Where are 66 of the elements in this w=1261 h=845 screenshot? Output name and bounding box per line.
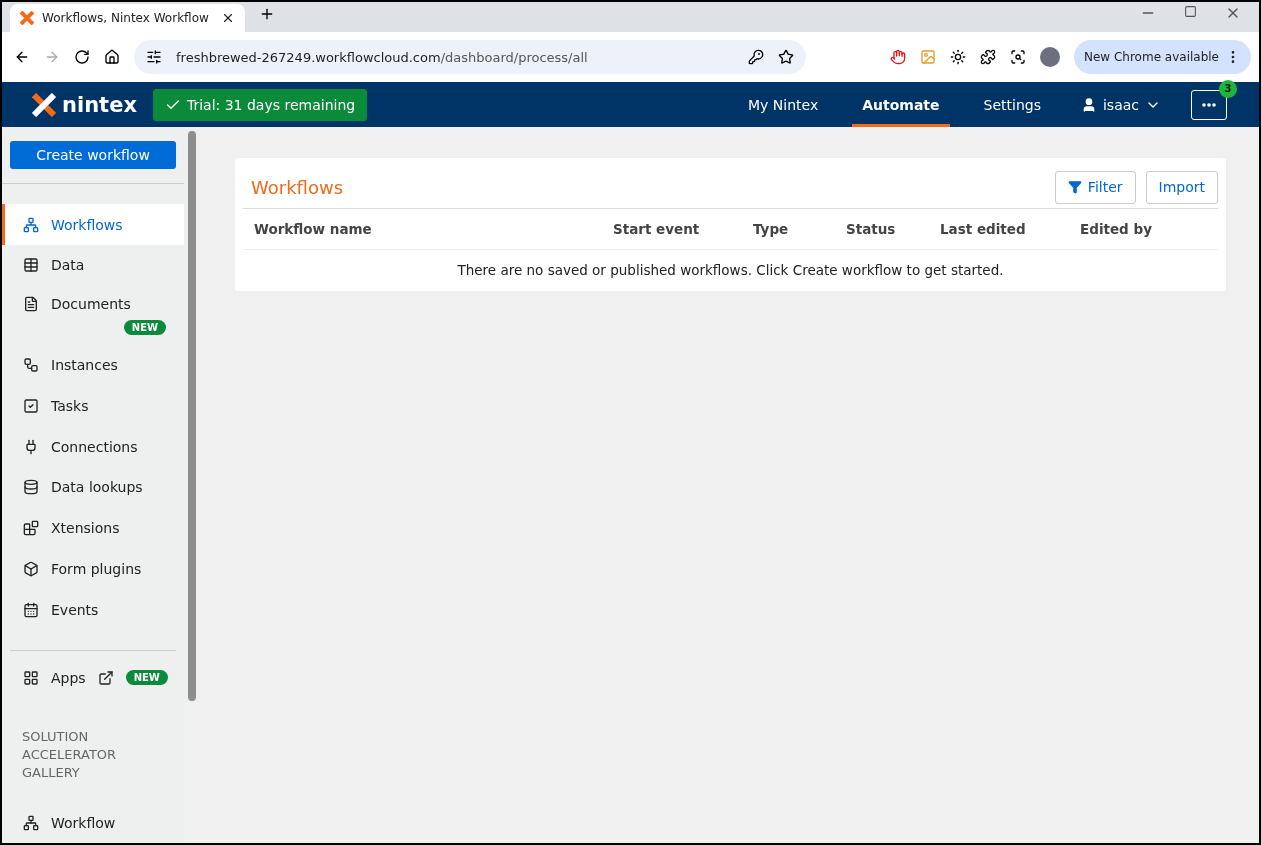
extensions-icon[interactable] bbox=[979, 49, 996, 65]
more-icon bbox=[1202, 102, 1216, 107]
sidebar-item[interactable]: Apps NEW bbox=[2, 657, 184, 699]
hierarchy-icon bbox=[23, 216, 39, 233]
close-icon[interactable] bbox=[221, 11, 235, 25]
screen-search-icon[interactable] bbox=[1009, 49, 1026, 65]
grid-icon bbox=[23, 669, 39, 686]
filter-button[interactable]: Filter bbox=[1054, 170, 1136, 204]
panel-title: Workflows bbox=[251, 176, 345, 198]
browser-tab[interactable]: Workflows, Nintex Workflow bbox=[10, 4, 245, 32]
hierarchy-icon bbox=[23, 814, 39, 831]
sidebar-item[interactable]: Form plugins bbox=[2, 548, 184, 590]
trial-text: Trial: 31 days remaining bbox=[186, 96, 356, 113]
document-icon bbox=[23, 295, 39, 312]
reload-icon[interactable] bbox=[74, 49, 90, 65]
update-button[interactable]: New Chrome available bbox=[1073, 40, 1251, 74]
nintex-logo-icon bbox=[20, 11, 34, 25]
home-icon[interactable] bbox=[104, 49, 120, 65]
tab-title: Workflows, Nintex Workflow bbox=[42, 11, 210, 25]
sidebar-item[interactable]: Connections bbox=[2, 426, 184, 467]
table-icon bbox=[23, 257, 39, 274]
section-title: SOLUTION ACCELERATOR GALLERY bbox=[21, 728, 118, 783]
new-tab-icon[interactable] bbox=[259, 6, 275, 22]
address-bar[interactable]: freshbrewed-267249.workflowcloud.com/dashboard/process/all bbox=[134, 40, 806, 74]
sidebar-item[interactable]: Data lookups bbox=[2, 467, 184, 508]
column-header: Workflow name bbox=[254, 221, 373, 237]
checkbox-icon bbox=[23, 397, 39, 414]
block-icon bbox=[23, 561, 39, 578]
sidebar-item[interactable]: Data bbox=[2, 245, 184, 286]
hand-icon[interactable] bbox=[889, 49, 906, 65]
column-header: Status bbox=[846, 221, 897, 237]
nav-tab[interactable]: Automate bbox=[852, 82, 950, 127]
maximize-icon[interactable] bbox=[1184, 5, 1197, 18]
logo-text: nintex bbox=[62, 92, 137, 117]
new-badge: NEW bbox=[125, 670, 168, 686]
nintex-logo-icon bbox=[32, 92, 56, 117]
sidebar-item[interactable]: Documents NEW bbox=[2, 285, 184, 345]
url-text: freshbrewed-267249.workflowcloud.com/dashboard/process/all bbox=[176, 49, 589, 65]
database-icon bbox=[23, 479, 39, 496]
sidebar-item[interactable]: Instances bbox=[2, 344, 184, 386]
sidebar-item[interactable]: Tasks bbox=[2, 385, 184, 427]
nav-tab[interactable]: Settings bbox=[973, 82, 1051, 127]
column-header: Start event bbox=[613, 221, 701, 237]
create-workflow-button[interactable]: Create workflow bbox=[10, 141, 176, 170]
sidebar-item[interactable]: Events bbox=[2, 589, 184, 631]
sidebar-item[interactable]: Workflows bbox=[2, 204, 184, 246]
plug-icon bbox=[23, 438, 39, 455]
column-header: Type bbox=[753, 221, 790, 237]
calendar-icon bbox=[23, 601, 39, 618]
avatar[interactable] bbox=[1039, 47, 1060, 67]
new-badge: NEW bbox=[123, 319, 166, 335]
filter-icon bbox=[1067, 180, 1082, 194]
key-icon bbox=[748, 49, 764, 65]
sidebar-item[interactable]: Workflow bbox=[2, 802, 184, 843]
external-link-icon bbox=[97, 669, 114, 686]
column-header: Edited by bbox=[1080, 221, 1153, 237]
import-button[interactable]: Import bbox=[1145, 170, 1218, 204]
user-menu[interactable]: isaac bbox=[1074, 95, 1167, 114]
nav-tab[interactable]: My Nintex bbox=[738, 82, 829, 127]
empty-message: There are no saved or published workflows. Click Create workflow to get started. bbox=[456, 261, 1005, 280]
back-icon[interactable] bbox=[14, 49, 30, 65]
sun-icon[interactable] bbox=[949, 49, 966, 65]
column-header: Last edited bbox=[940, 221, 1027, 237]
sidebar-item[interactable]: Xtensions bbox=[2, 507, 184, 549]
site-settings-icon bbox=[146, 49, 162, 65]
star-icon[interactable] bbox=[778, 49, 794, 65]
